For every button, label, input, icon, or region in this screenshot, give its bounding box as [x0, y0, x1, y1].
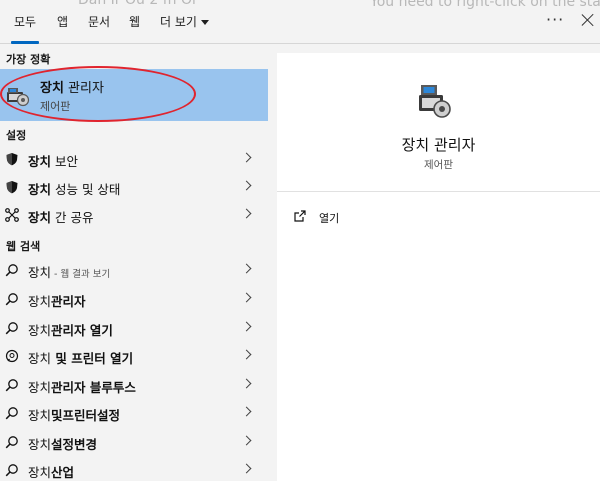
web-result-label: 장치 및 프린터 열기 [28, 351, 134, 366]
web-result-item[interactable]: 장치관리자 [0, 285, 268, 313]
chevron-down-icon [200, 20, 209, 25]
settings-item-label: 장치 성능 및 상태 [28, 182, 121, 197]
detail-panel: 장치 관리자 제어판 열기 [277, 53, 600, 481]
chevron-right-icon [241, 208, 252, 219]
divider [277, 191, 600, 192]
chevron-right-icon [241, 349, 252, 360]
chat-search-icon [5, 349, 19, 363]
device-manager-icon [7, 88, 30, 107]
search-icon [5, 264, 18, 277]
tab-documents[interactable]: 문서 [88, 0, 110, 44]
open-icon [294, 210, 306, 222]
search-tab-bar: Dan Ir Ou 2 fn Or You need to right-clic… [0, 0, 600, 44]
settings-header: 설정 [6, 129, 27, 142]
best-match-result[interactable]: 장치 관리자 제어판 [0, 69, 268, 121]
web-result-label: 장치산업 [28, 465, 75, 480]
open-action-label: 열기 [319, 212, 340, 225]
more-options-button[interactable]: ··· [546, 0, 564, 44]
web-result-label: 장치설정변경 [28, 437, 98, 452]
web-result-item[interactable]: 장치및프린터설정 [0, 399, 268, 427]
chevron-right-icon [241, 378, 252, 389]
web-result-label: 장치관리자 [28, 294, 86, 309]
chevron-right-icon [241, 406, 252, 417]
results-panel: 가장 정확 장치 관리자 제어판 설정 장치 보안 장치 성능 및 상태 장치 … [0, 45, 276, 481]
best-match-header: 가장 정확 [6, 53, 51, 66]
web-result-label: 장치및프린터설정 [28, 408, 121, 423]
background-window-text: You need to right-click on the start [370, 0, 600, 10]
search-icon [5, 379, 18, 392]
share-icon [5, 208, 19, 222]
web-result-item[interactable]: 장치관리자 블루투스 [0, 371, 268, 399]
chevron-right-icon [241, 435, 252, 446]
web-result-label: 장치관리자 블루투스 [28, 380, 136, 395]
settings-item-label: 장치 보안 [28, 154, 78, 169]
web-result-item[interactable]: 장치설정변경 [0, 428, 268, 456]
web-result-label: 장치관리자 열기 [28, 323, 113, 338]
tab-web[interactable]: 웹 [129, 0, 140, 44]
web-search-header: 웹 검색 [6, 240, 41, 253]
chevron-right-icon [241, 263, 252, 274]
settings-item-label: 장치 간 공유 [28, 210, 94, 225]
close-icon[interactable] [580, 12, 596, 28]
detail-title: 장치 관리자 [401, 136, 476, 154]
search-icon [5, 407, 18, 420]
tab-apps[interactable]: 앱 [57, 0, 68, 44]
web-result-item[interactable]: 장치산업 [0, 456, 268, 481]
chevron-right-icon [241, 463, 252, 474]
chevron-right-icon [241, 292, 252, 303]
web-result-item[interactable]: 장치 - 웹 결과 보기 [0, 256, 268, 284]
shield-icon [6, 181, 18, 194]
search-icon [5, 322, 18, 335]
device-manager-icon [419, 85, 451, 118]
best-match-subtitle: 제어판 [40, 100, 71, 113]
web-result-label: 장치 - 웹 결과 보기 [28, 265, 111, 280]
tab-all[interactable]: 모두 [10, 0, 40, 44]
search-icon [5, 464, 18, 477]
settings-item-nearby-sharing[interactable]: 장치 간 공유 [0, 201, 268, 229]
web-result-item[interactable]: 장치관리자 열기 [0, 314, 268, 342]
chevron-right-icon [241, 152, 252, 163]
chevron-right-icon [241, 180, 252, 191]
tab-more[interactable]: 더 보기 [160, 0, 209, 44]
web-result-item[interactable]: 장치 및 프린터 열기 [0, 342, 268, 370]
search-icon [5, 436, 18, 449]
shield-icon [6, 153, 18, 166]
chevron-right-icon [241, 321, 252, 332]
settings-item-device-security[interactable]: 장치 보안 [0, 145, 268, 173]
best-match-title: 장치 관리자 [40, 81, 104, 96]
search-icon [5, 293, 18, 306]
detail-subtitle: 제어판 [424, 159, 453, 171]
settings-item-device-health[interactable]: 장치 성능 및 상태 [0, 173, 268, 201]
